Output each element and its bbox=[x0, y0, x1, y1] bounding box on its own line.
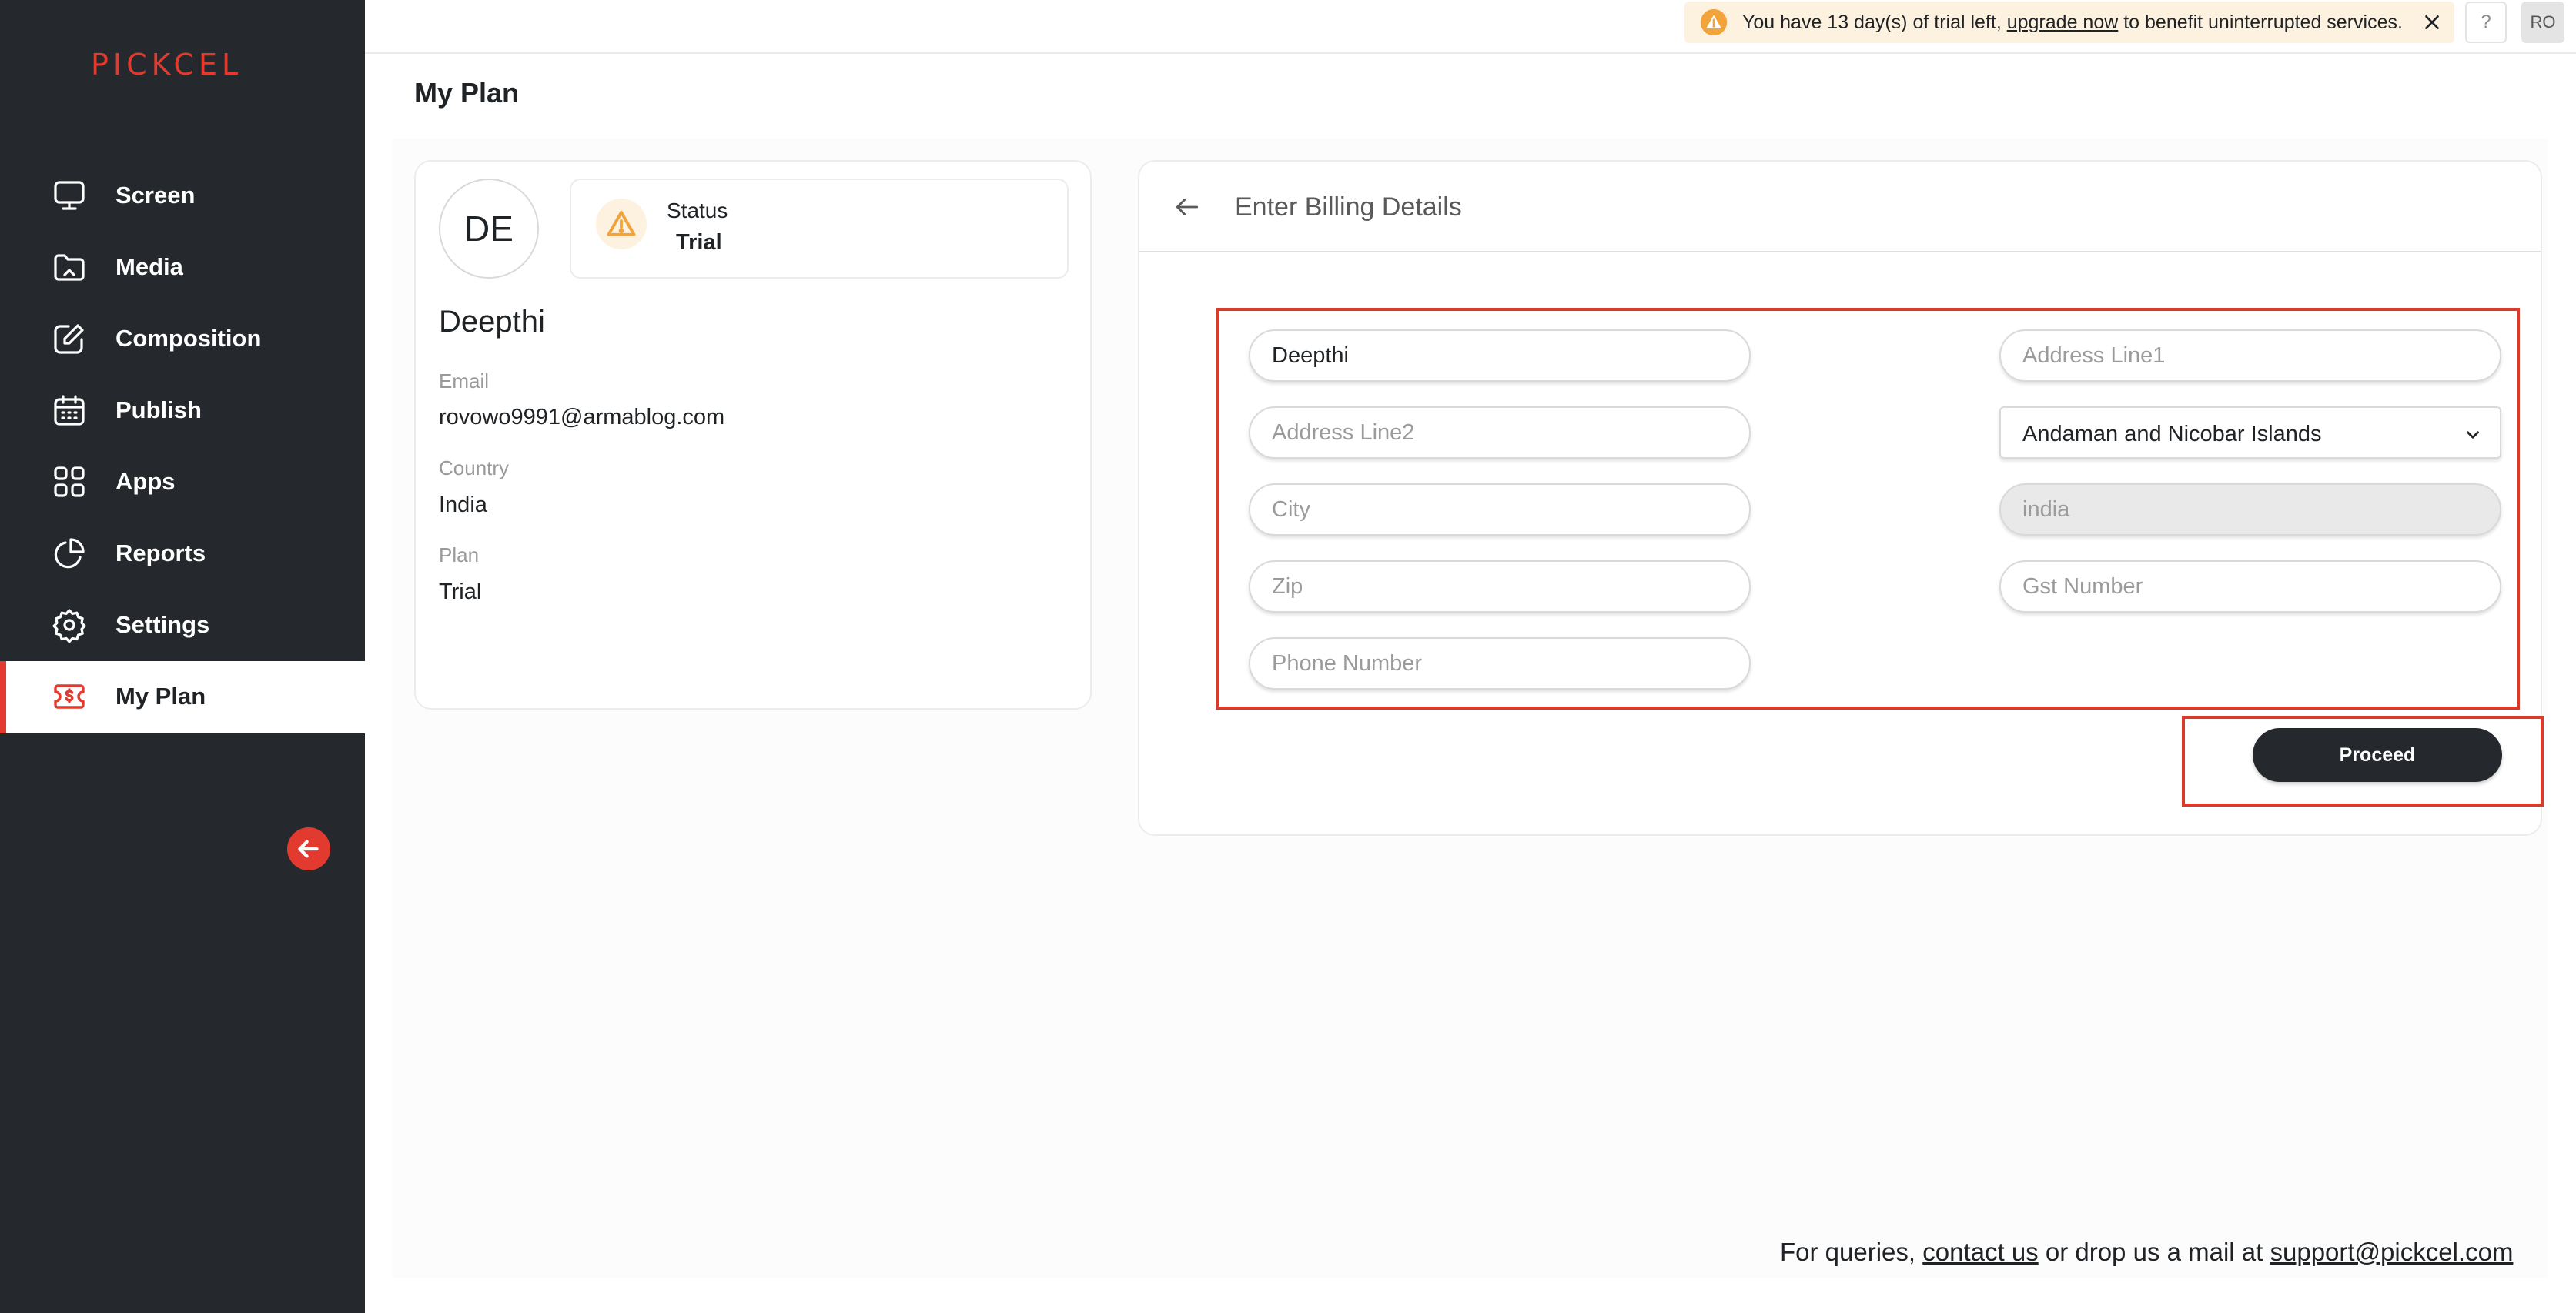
arrow-left-icon bbox=[298, 840, 319, 858]
trial-message: You have 13 day(s) of trial left, upgrad… bbox=[1742, 12, 2403, 34]
status-label: Status bbox=[667, 199, 728, 222]
support-email-link[interactable]: support@pickcel.com bbox=[2270, 1238, 2513, 1266]
sidebar-item-label: My Plan bbox=[115, 683, 206, 710]
country-value: India bbox=[439, 493, 487, 517]
upgrade-now-link[interactable]: upgrade now bbox=[2007, 12, 2119, 33]
warning-icon bbox=[1700, 8, 1728, 36]
status-warning-icon bbox=[596, 199, 647, 249]
profile-name: Deepthi bbox=[439, 305, 545, 339]
plan-value: Trial bbox=[439, 580, 482, 604]
sidebar-item-label: Screen bbox=[115, 182, 196, 209]
email-label: Email bbox=[439, 369, 490, 393]
sidebar-item-label: Settings bbox=[115, 611, 210, 638]
billing-title: Enter Billing Details bbox=[1235, 192, 1462, 222]
monitor-icon bbox=[54, 181, 85, 210]
edit-icon bbox=[54, 324, 84, 354]
proceed-button[interactable]: Proceed bbox=[2253, 728, 2502, 782]
sidebar-item-settings[interactable]: Settings bbox=[0, 590, 365, 662]
user-avatar-button[interactable]: RO bbox=[2521, 2, 2564, 43]
trial-banner: You have 13 day(s) of trial left, upgrad… bbox=[1684, 2, 2454, 43]
sidebar-item-publish[interactable]: Publish bbox=[0, 375, 365, 447]
plan-label: Plan bbox=[439, 543, 480, 566]
page-title: My Plan bbox=[414, 77, 520, 109]
folder-icon bbox=[54, 254, 85, 281]
sidebar-item-label: Media bbox=[115, 253, 183, 280]
help-button[interactable]: ? bbox=[2465, 2, 2507, 43]
back-arrow-icon[interactable] bbox=[1172, 192, 1203, 222]
gear-icon bbox=[52, 609, 86, 643]
sidebar-item-my-plan[interactable]: My Plan bbox=[0, 661, 365, 733]
sidebar-item-composition[interactable]: Composition bbox=[0, 303, 365, 376]
topbar-divider bbox=[365, 52, 2576, 54]
contact-us-link[interactable]: contact us bbox=[1922, 1238, 2038, 1266]
profile-card: DE Status Trial Deepthi Email rovowo9991… bbox=[414, 160, 1092, 710]
form-highlight-box bbox=[1216, 308, 2520, 710]
sidebar-item-media[interactable]: Media bbox=[0, 232, 365, 304]
sidebar-item-screen[interactable]: Screen bbox=[0, 160, 365, 232]
sidebar-item-reports[interactable]: Reports bbox=[0, 518, 365, 590]
sidebar-item-label: Apps bbox=[115, 468, 176, 495]
pie-chart-icon bbox=[54, 538, 85, 569]
sidebar-item-label: Composition bbox=[115, 325, 262, 352]
footer-prefix: For queries, bbox=[1780, 1238, 1923, 1266]
dollar-ticket-icon bbox=[54, 684, 85, 709]
sidebar-item-label: Reports bbox=[115, 540, 206, 566]
footer-middle: or drop us a mail at bbox=[2038, 1238, 2270, 1266]
close-icon[interactable] bbox=[2422, 12, 2442, 32]
grid-icon bbox=[54, 466, 85, 497]
avatar: DE bbox=[439, 179, 539, 279]
calendar-icon bbox=[54, 395, 85, 426]
country-label: Country bbox=[439, 456, 510, 479]
email-value: rovowo9991@armablog.com bbox=[439, 405, 725, 429]
sidebar-item-apps[interactable]: Apps bbox=[0, 446, 365, 519]
collapse-sidebar-button[interactable] bbox=[287, 827, 330, 870]
sidebar: PICKCEL Screen Media Composition Publish… bbox=[0, 0, 365, 1313]
trial-message-prefix: You have 13 day(s) of trial left, bbox=[1742, 12, 2007, 33]
sidebar-item-label: Publish bbox=[115, 396, 202, 423]
billing-header-divider bbox=[1139, 251, 2541, 252]
status-value: Trial bbox=[676, 230, 722, 255]
status-box: Status Trial bbox=[570, 179, 1069, 279]
pickcel-logo[interactable]: PICKCEL bbox=[91, 48, 243, 82]
footer-queries: For queries, contact us or drop us a mai… bbox=[1780, 1238, 2513, 1267]
trial-message-suffix: to benefit uninterrupted services. bbox=[2118, 12, 2403, 33]
